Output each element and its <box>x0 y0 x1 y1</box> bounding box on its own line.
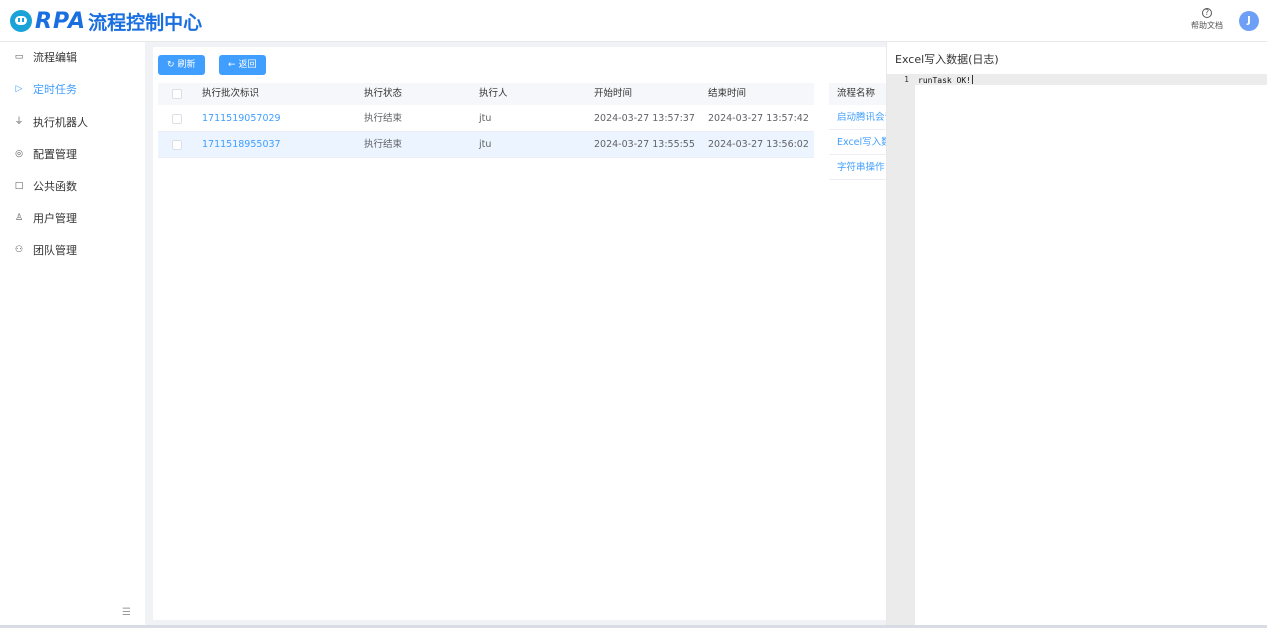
end-time-cell: 2024-03-27 13:57:42 <box>708 113 809 124</box>
sidebar-item-label: 团队管理 <box>33 244 77 257</box>
app-logo[interactable]: RPA 流程控制中心 <box>10 7 202 35</box>
flow-name-link[interactable]: 字符串操作 <box>829 155 886 180</box>
select-all-checkbox[interactable] <box>172 89 182 99</box>
settings-icon: ◎ <box>15 149 23 159</box>
text-caret <box>971 75 973 84</box>
column-header[interactable]: 执行批次标识 <box>202 83 259 105</box>
team-icon: ⚇ <box>14 245 24 255</box>
top-header: RPA 流程控制中心 ? 帮助文档 J <box>0 0 1267 42</box>
sidebar-item-teams[interactable]: ⚇ 团队管理 <box>0 240 145 260</box>
log-editor[interactable]: 1 runTask OK! <box>887 74 1267 626</box>
column-header[interactable]: 执行状态 <box>364 83 402 105</box>
help-docs-button[interactable]: ? 帮助文档 <box>1186 8 1228 31</box>
row-checkbox[interactable] <box>172 114 182 124</box>
sidebar-item-label: 流程编辑 <box>33 51 77 64</box>
function-icon: □ <box>14 181 24 191</box>
log-drawer: Excel写入数据(日志) 1 runTask OK! <box>886 42 1267 626</box>
sidebar-item-config[interactable]: ◎ 配置管理 <box>0 144 145 164</box>
user-avatar[interactable]: J <box>1239 11 1259 31</box>
line-number: 1 <box>904 75 909 84</box>
sidebar-item-robots[interactable]: ⏚ 执行机器人 <box>0 112 145 132</box>
executor-cell: jtu <box>479 139 492 150</box>
log-line-text: runTask OK! <box>918 76 971 85</box>
executor-cell: jtu <box>479 113 492 124</box>
table-row[interactable]: 1711519057029 执行结束 jtu 2024-03-27 13:57:… <box>158 106 814 132</box>
play-icon: ▷ <box>15 84 23 94</box>
user-icon: ♙ <box>14 213 24 223</box>
table-row[interactable]: 1711518955037 执行结束 jtu 2024-03-27 13:55:… <box>158 132 814 158</box>
row-checkbox[interactable] <box>172 140 182 150</box>
refresh-button-label: 刷新 <box>177 60 196 70</box>
logo-rpa-text: RPA <box>35 8 87 34</box>
end-time-cell: 2024-03-27 13:56:02 <box>708 139 809 150</box>
back-button[interactable]: ← 返回 <box>219 55 266 75</box>
robot-icon: ⏚ <box>14 117 24 127</box>
monitor-icon: ▭ <box>14 52 24 62</box>
status-cell: 执行结束 <box>364 113 403 124</box>
flow-name-link[interactable]: 启动腾讯会议 <box>829 105 886 130</box>
sidebar-item-label: 执行机器人 <box>33 116 88 129</box>
main-content: ↻ 刷新 ← 返回 执行批次标识 执行状态 执行人 开始时间 结束时间 1711… <box>153 47 886 620</box>
sidebar-item-flow-edit[interactable]: ▭ 流程编辑 <box>0 47 145 67</box>
sidebar-item-label: 公共函数 <box>33 180 77 193</box>
app-title: 流程控制中心 <box>88 11 203 34</box>
flow-name-header: 流程名称 <box>829 83 886 105</box>
status-cell: 执行结束 <box>364 139 403 150</box>
start-time-cell: 2024-03-27 13:57:37 <box>594 113 695 124</box>
sidebar-item-label: 用户管理 <box>33 212 77 225</box>
sidebar-item-label: 配置管理 <box>33 148 77 161</box>
back-button-label: 返回 <box>238 60 257 70</box>
help-docs-label: 帮助文档 <box>1191 21 1223 30</box>
line-number-gutter: 1 <box>887 74 915 626</box>
batch-id-link[interactable]: 1711518955037 <box>202 132 281 158</box>
sidebar-item-scheduled-tasks[interactable]: ▷ 定时任务 <box>0 79 145 99</box>
flow-name-link[interactable]: Excel写入数据 <box>829 130 886 155</box>
log-line[interactable]: runTask OK! <box>918 75 973 85</box>
table-header: 执行批次标识 执行状态 执行人 开始时间 结束时间 <box>158 83 814 105</box>
arrow-left-icon: ← <box>228 60 236 70</box>
sidebar-item-users[interactable]: ♙ 用户管理 <box>0 208 145 228</box>
column-header[interactable]: 开始时间 <box>594 83 632 105</box>
refresh-icon: ↻ <box>167 60 175 70</box>
help-icon: ? <box>1202 8 1212 18</box>
sidebar-item-label: 定时任务 <box>33 83 77 96</box>
start-time-cell: 2024-03-27 13:55:55 <box>594 139 695 150</box>
batch-id-link[interactable]: 1711519057029 <box>202 106 281 132</box>
column-header[interactable]: 结束时间 <box>708 83 746 105</box>
sidebar: ▭ 流程编辑 ▷ 定时任务 ⏚ 执行机器人 ◎ 配置管理 □ 公共函数 ♙ 用户… <box>0 42 145 628</box>
refresh-button[interactable]: ↻ 刷新 <box>158 55 205 75</box>
log-drawer-title: Excel写入数据(日志) <box>895 53 999 66</box>
collapse-menu-icon[interactable]: ☰ <box>122 608 134 618</box>
logo-icon <box>10 10 32 32</box>
column-header[interactable]: 执行人 <box>479 83 508 105</box>
sidebar-item-functions[interactable]: □ 公共函数 <box>0 176 145 196</box>
